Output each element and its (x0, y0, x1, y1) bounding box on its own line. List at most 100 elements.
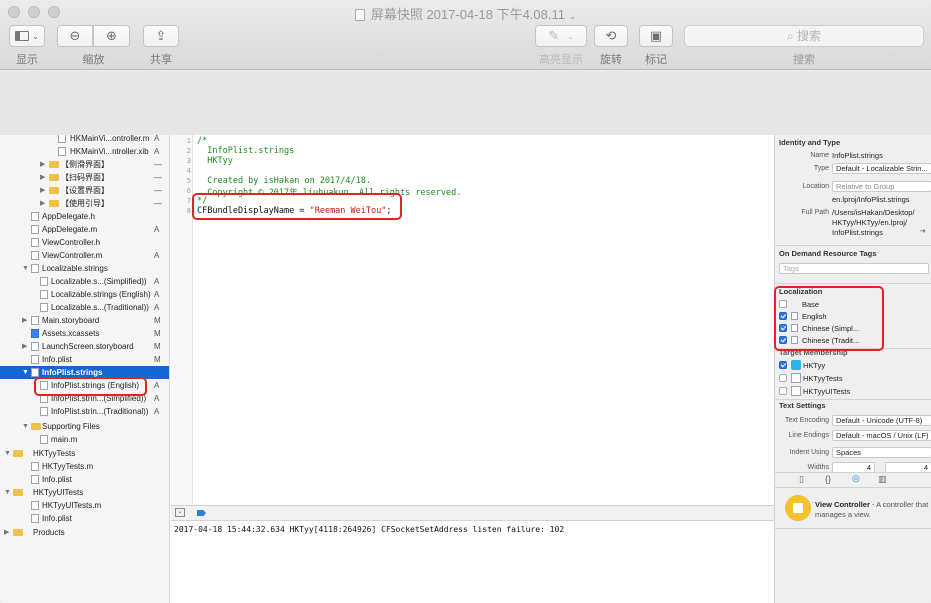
nav-item[interactable]: ▶ Main.storyboard M (0, 314, 169, 327)
view-controller-icon (785, 495, 811, 521)
storyboard-icon (31, 316, 39, 325)
divider (775, 283, 931, 284)
assets-icon (31, 329, 39, 338)
nav-item[interactable]: ViewController.m A (0, 249, 169, 262)
sidebar-display-button[interactable]: ⌄ (9, 25, 45, 47)
search-label: 搜索 (793, 54, 815, 66)
nav-item[interactable]: HKMainVi...ntroller.xib A (0, 145, 169, 158)
vc-description[interactable]: View Controller - A controller that (815, 500, 928, 509)
hide-debug-area-icon[interactable]: ⌄ (175, 508, 185, 517)
markup-button[interactable]: ▣ (639, 25, 673, 47)
nav-item[interactable]: AppDelegate.h (0, 210, 169, 223)
fullpath-line-2: HKTyy/HKTyy/en.lproj/ (832, 218, 908, 227)
disclosure-right-icon[interactable]: ▶ (40, 171, 45, 184)
target-tests-checkbox[interactable] (779, 374, 787, 382)
nav-item[interactable]: Info.plist (0, 473, 169, 486)
target-uitests-checkbox[interactable] (779, 387, 787, 395)
highlighter-icon: ✎ (548, 28, 560, 43)
tags-input[interactable]: Tags (779, 263, 929, 274)
rotate-label: 旋转 (600, 54, 622, 66)
disclosure-down-icon[interactable]: ▼ (22, 366, 29, 379)
debug-console[interactable]: 2017-04-18 15:44:32.634 HKTyy[4118:26492… (171, 521, 774, 603)
nav-item[interactable]: ▶ 【扫码界面】 — (0, 171, 169, 184)
widths-label: Widths (807, 464, 829, 471)
disclosure-right-icon[interactable]: ▶ (22, 340, 27, 353)
code-snippet-icon[interactable]: {} (825, 474, 831, 484)
highlight-button[interactable]: ✎ ⌄ (535, 25, 587, 47)
location-path: en.lproj/InfoPlist.strings (832, 195, 910, 204)
nav-item[interactable]: ▼ Supporting Files (0, 420, 169, 433)
plist-icon (31, 514, 39, 523)
share-button[interactable]: ⇪ (143, 25, 179, 47)
nav-item[interactable]: ▶ 【侧滑界面】 — (0, 158, 169, 171)
strings-file-icon (40, 407, 48, 416)
chevron-down-icon: ⌄ (567, 31, 574, 41)
nav-item[interactable]: Localizable.s...(Traditional)) A (0, 301, 169, 314)
disclosure-right-icon[interactable]: ▶ (4, 526, 9, 539)
screenshot-content: HKMainVi...ontroller.m A HKMainVi...ntrol… (0, 135, 931, 603)
identity-header: Identity and Type (779, 138, 841, 147)
disclosure-down-icon[interactable]: ▼ (22, 420, 29, 433)
nav-item[interactable]: HKTyyTests.m (0, 460, 169, 473)
app-target-icon (791, 360, 801, 370)
file-template-icon[interactable]: ▯ (799, 474, 804, 485)
nav-item[interactable]: ▶ Products (0, 526, 169, 539)
zoom-in-icon: ⊕ (106, 28, 117, 43)
nav-item[interactable]: Info.plist (0, 512, 169, 525)
line-endings-select[interactable]: Default - macOS / Unix (LF) (832, 430, 931, 441)
disclosure-right-icon[interactable]: ▶ (40, 158, 45, 171)
target-hktyy-label: HKTyy (803, 361, 826, 370)
vc-description-2: manages a view. (815, 510, 871, 519)
nav-item[interactable]: InfoPlist.strin...(Traditional)) A (0, 405, 169, 418)
encoding-select[interactable]: Default - Unicode (UTF-8) (832, 415, 931, 426)
folder-icon (49, 174, 59, 181)
nav-item[interactable]: ▶ 【设置界面】 — (0, 184, 169, 197)
nav-item[interactable]: ▶ LaunchScreen.storyboard M (0, 340, 169, 353)
type-select[interactable]: Default - Localizable Strin... (832, 163, 931, 174)
encoding-label: Text Encoding (785, 417, 829, 424)
nav-item[interactable]: Localizable.s...(Simplified)) A (0, 275, 169, 288)
nav-item[interactable]: Info.plist M (0, 353, 169, 366)
toolbox-icon: ▣ (649, 28, 663, 43)
location-label: Location (802, 183, 829, 190)
target-hktyy-checkbox[interactable] (779, 361, 787, 369)
nav-item[interactable]: ▶ 【使用引导】 — (0, 197, 169, 210)
document-icon (354, 9, 365, 21)
window-title[interactable]: 屏幕快照 2017-04-18 下午4.08.11 ⌄ (0, 4, 931, 23)
disclosure-down-icon[interactable]: ▼ (4, 447, 11, 460)
file-icon (31, 212, 39, 221)
folder-icon (31, 423, 41, 430)
zoom-out-button[interactable]: ⊖ (57, 25, 93, 47)
nav-item[interactable]: ▼ HKTyyTests (0, 447, 169, 460)
nav-item[interactable]: ViewController.h (0, 236, 169, 249)
media-library-icon[interactable]: ▥ (878, 474, 887, 485)
file-icon (31, 225, 39, 234)
rotate-button[interactable]: ⟲ (594, 25, 628, 47)
disclosure-down-icon[interactable]: ▼ (22, 262, 29, 275)
nav-item[interactable]: Localizable.strings (English) A (0, 288, 169, 301)
nav-item[interactable]: ▼ HKTyyUITests (0, 486, 169, 499)
share-icon: ⇪ (155, 28, 167, 43)
disclosure-right-icon[interactable]: ▶ (40, 197, 45, 210)
breakpoint-toggle-icon[interactable] (197, 510, 206, 516)
code-editor[interactable]: 1 2 3 4 5 6 7 8 /* InfoPlist.strings HKT… (171, 135, 774, 505)
test-target-icon (791, 386, 801, 396)
reveal-in-finder-icon[interactable]: ➔ (920, 227, 926, 235)
disclosure-right-icon[interactable]: ▶ (40, 184, 45, 197)
indent-select[interactable]: Spaces (832, 447, 931, 458)
location-select[interactable]: Relative to Group (832, 181, 931, 192)
zoom-in-button[interactable]: ⊕ (93, 25, 130, 47)
name-value[interactable]: InfoPlist.strings (832, 151, 883, 160)
nav-item[interactable]: HKMainVi...ontroller.m A (0, 135, 169, 145)
search-input[interactable]: ⌕ 搜索 (684, 25, 924, 47)
nav-item[interactable]: main.m (0, 433, 169, 446)
strings-file-icon (40, 303, 48, 312)
nav-item[interactable]: ▼ Localizable.strings (0, 262, 169, 275)
share-label: 共享 (150, 54, 172, 66)
nav-item[interactable]: AppDelegate.m A (0, 223, 169, 236)
nav-item[interactable]: HKTyyUITests.m (0, 499, 169, 512)
disclosure-right-icon[interactable]: ▶ (22, 314, 27, 327)
object-library-icon[interactable]: ◎ (852, 473, 860, 484)
disclosure-down-icon[interactable]: ▼ (4, 486, 11, 499)
nav-item[interactable]: Assets.xcassets M (0, 327, 169, 340)
